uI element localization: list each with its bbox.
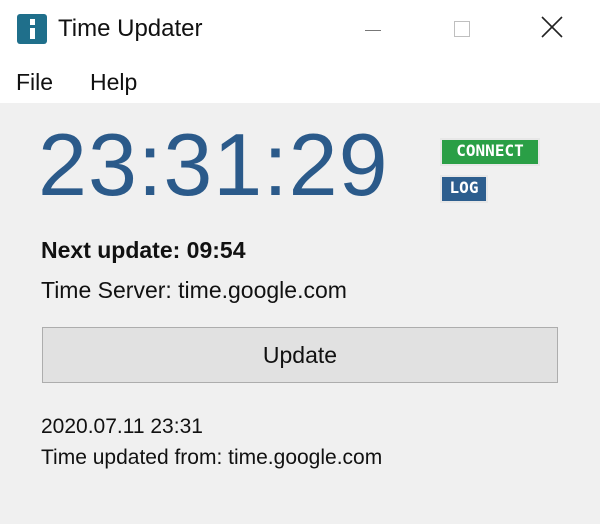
minimize-icon [365, 30, 381, 31]
minimize-button[interactable] [332, 0, 412, 60]
last-update-source: Time updated from: time.google.com [41, 446, 383, 469]
maximize-button[interactable] [421, 0, 501, 60]
menu-bar: File Help [0, 60, 600, 103]
update-button[interactable]: Update [42, 327, 558, 383]
title-bar[interactable]: Time Updater [0, 0, 600, 60]
main-panel: 23:31:29 CONNECT LOG Next update: 09:54 … [0, 103, 600, 524]
close-button[interactable] [512, 0, 592, 60]
close-icon [541, 16, 563, 38]
log-badge[interactable]: LOG [440, 175, 488, 203]
time-server-label: Time Server: time.google.com [41, 277, 347, 303]
maximize-icon [454, 21, 470, 37]
menu-help[interactable]: Help [90, 69, 137, 96]
connect-badge[interactable]: CONNECT [440, 138, 540, 166]
app-icon [17, 14, 47, 44]
app-window: Time Updater File Help 23:31:29 CONNECT … [0, 0, 600, 524]
clock-display: 23:31:29 [38, 115, 389, 214]
menu-file[interactable]: File [16, 69, 53, 96]
next-update-label: Next update: 09:54 [41, 237, 246, 263]
last-update-timestamp: 2020.07.11 23:31 [41, 415, 203, 438]
window-title: Time Updater [58, 15, 203, 42]
